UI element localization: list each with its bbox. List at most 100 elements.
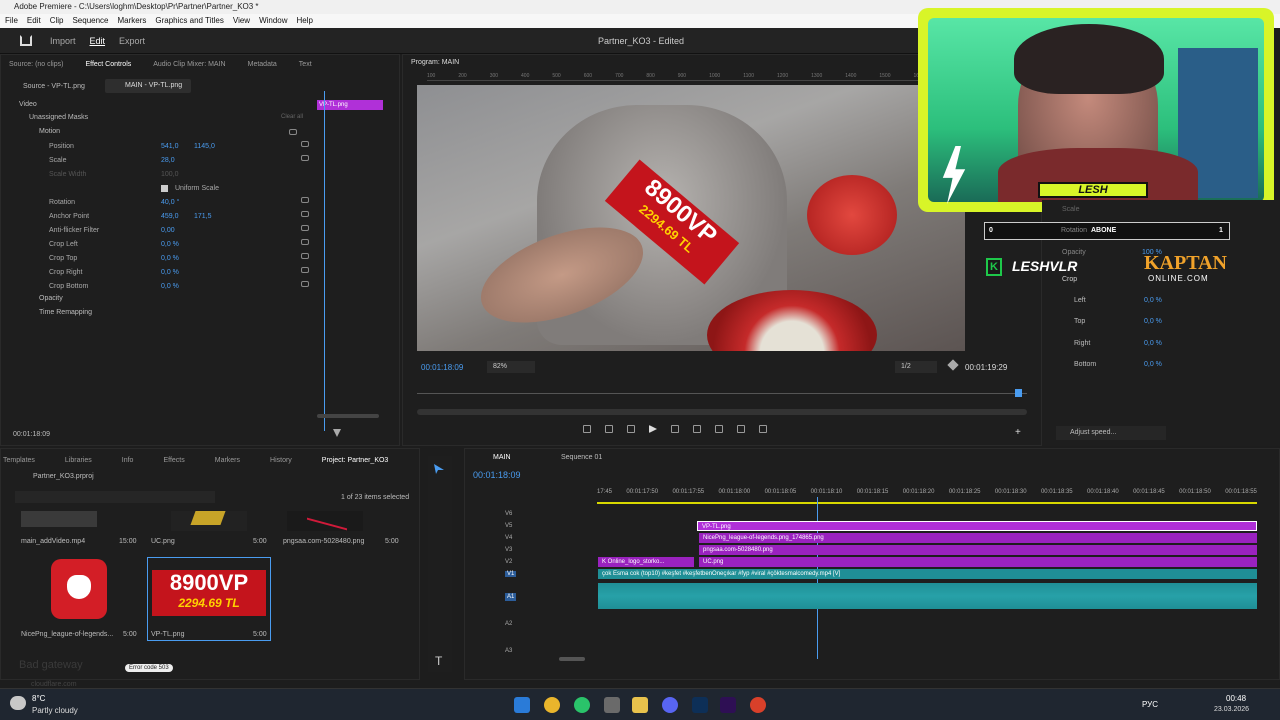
source-clip-label[interactable]: Source - VP-TL.png [23,83,85,90]
program-zoom-scrollbar[interactable] [417,409,1027,415]
selection-tool-icon[interactable] [434,464,444,474]
clip-online-logo[interactable]: K Online_logo_storko... [598,557,694,567]
reset-icon[interactable] [301,155,309,161]
ec-timecode[interactable]: 00:01:18:09 [13,431,50,438]
settings-icon[interactable] [604,697,620,713]
track-a2[interactable]: A2 [505,621,512,627]
tab-project[interactable]: Project: Partner_KO3 [322,457,389,464]
tab-effects[interactable]: Effects [163,457,184,464]
reset-icon[interactable] [301,253,309,259]
weather-icon[interactable] [10,696,26,710]
menu-sequence[interactable]: Sequence [72,14,108,28]
whatsapp-icon[interactable] [574,697,590,713]
photoshop-icon[interactable] [692,697,708,713]
clear-all[interactable]: Clear all [281,114,303,120]
timeline-tab-seq01[interactable]: Sequence 01 [561,454,602,461]
menu-window[interactable]: Window [259,14,287,28]
program-title[interactable]: Program: MAIN [411,59,459,66]
resolution-select[interactable]: 1/2 [895,361,937,373]
clip-uc[interactable]: UC.png [699,557,1257,567]
filter-icon[interactable] [333,429,341,437]
prop-value2[interactable]: 171,5 [194,211,212,223]
reset-icon[interactable] [301,197,309,203]
reset-icon[interactable] [301,281,309,287]
home-icon[interactable] [20,35,32,46]
tab-audio-mixer[interactable]: Audio Clip Mixer: MAIN [153,61,225,68]
type-tool-icon[interactable]: T [435,654,442,668]
reset-icon[interactable] [301,267,309,273]
extract-icon[interactable] [715,425,723,433]
menu-edit[interactable]: Edit [27,14,41,28]
time-remapping-label[interactable]: Time Remapping [39,309,92,316]
clock-date[interactable]: 23.03.2026 [1214,706,1249,713]
prop-value2[interactable]: 1145,0 [194,141,215,153]
track-v5[interactable]: V5 [505,523,512,529]
tab-export[interactable]: Export [119,36,145,46]
track-v3[interactable]: V3 [505,547,512,553]
tab-source[interactable]: Source: (no clips) [9,61,63,68]
play-icon[interactable] [649,425,657,433]
step-back-icon[interactable] [627,425,635,433]
prop-value[interactable]: 0,0 % [161,281,179,293]
clip-main-video[interactable]: çok Esma cok (top10) #keşfet #keşfetbenO… [598,569,1257,579]
premiere-icon[interactable] [720,697,736,713]
menu-clip[interactable]: Clip [50,14,64,28]
tab-templates[interactable]: Templates [3,457,35,464]
thumb-league-icon[interactable] [51,559,107,619]
program-scrub-bar[interactable] [417,393,1027,394]
tab-libraries[interactable]: Libraries [65,457,92,464]
prop-value[interactable]: 459,0 [161,211,179,223]
prop-value[interactable]: 28,0 [161,155,175,167]
menu-markers[interactable]: Markers [118,14,147,28]
menu-graphics[interactable]: Graphics and Titles [155,14,223,28]
clip-vp-tl[interactable]: VP-TL.png [697,521,1257,531]
checkbox-icon[interactable] [161,185,168,192]
timeline-zoom-scrollbar[interactable] [559,657,585,661]
ec-zoom-scrollbar[interactable] [317,414,379,418]
prop-value[interactable]: 0,0 % [161,267,179,279]
tab-edit[interactable]: Edit [90,36,106,46]
track-v4[interactable]: V4 [505,535,512,541]
reset-icon[interactable] [301,141,309,147]
chrome-icon[interactable] [544,697,560,713]
tab-info[interactable]: Info [122,457,134,464]
reset-icon[interactable] [301,239,309,245]
prop-value[interactable]: 541,0 [161,141,179,153]
crop-right-value[interactable]: 0,0 % [1144,340,1162,347]
step-forward-icon[interactable] [671,425,679,433]
project-file[interactable]: Partner_KO3.prproj [33,473,94,480]
discord-icon[interactable] [662,697,678,713]
timeline-tab-main[interactable]: MAIN [493,454,511,461]
camera-icon[interactable] [737,425,745,433]
reset-icon[interactable] [301,225,309,231]
video-frame[interactable]: 8900VP 2294.69 TL [417,85,965,351]
ec-clip-bar[interactable]: VP-TL.png [317,100,383,110]
lift-icon[interactable] [693,425,701,433]
mark-in-icon[interactable] [583,425,591,433]
add-button-icon[interactable]: + [1015,427,1021,438]
program-left-timecode[interactable]: 00:01:18:09 [421,363,463,372]
crop-top-value[interactable]: 0,0 % [1144,318,1162,325]
audio-clip-a1[interactable] [598,583,1257,609]
program-playhead[interactable] [1015,389,1022,397]
main-clip-label[interactable]: MAIN - VP-TL.png [105,79,191,93]
motion-label[interactable]: Motion [39,128,60,135]
compare-icon[interactable] [759,425,767,433]
prop-value[interactable]: 40,0 ° [161,197,179,209]
crop-left-value[interactable]: 0,0 % [1144,297,1162,304]
track-v6[interactable]: V6 [505,511,512,517]
tab-metadata[interactable]: Metadata [248,61,277,68]
clip-league[interactable]: NicePng_league-of-legends.png_174865.png [699,533,1257,543]
track-v1[interactable]: V1 [505,571,517,577]
menu-help[interactable]: Help [297,14,313,28]
adjust-speed-button[interactable]: Adjust speed... [1056,426,1166,440]
thumb-pngsaa[interactable] [287,509,363,531]
timeline-ruler[interactable]: 17:45 00:01:17:50 00:01:17:55 00:01:18:0… [597,489,1257,495]
timeline-timecode[interactable]: 00:01:18:09 [473,470,521,480]
windows-start-icon[interactable] [514,697,530,713]
prop-value[interactable]: 0,0 % [161,239,179,251]
tab-history[interactable]: History [270,457,292,464]
ec-playhead[interactable] [324,91,325,431]
prop-value[interactable]: 0,0 % [161,253,179,265]
thumb-uc[interactable] [171,511,247,531]
